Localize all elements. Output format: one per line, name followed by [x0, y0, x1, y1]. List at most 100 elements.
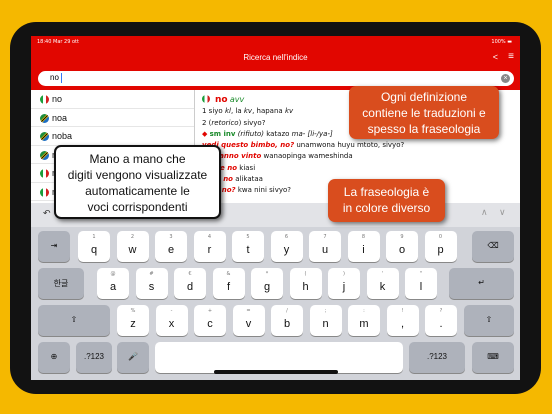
key-alt-label: 4 — [207, 234, 212, 240]
key-a[interactable]: @ a — [97, 268, 129, 299]
key-alt-label: 8 — [361, 234, 366, 240]
key-y[interactable]: 6y — [270, 231, 303, 262]
key-label: ⇥ — [50, 241, 58, 250]
key-alt-label: / — [286, 308, 288, 314]
chevron-up-icon[interactable]: ∧ — [481, 207, 488, 218]
key-i[interactable]: 8i — [347, 231, 380, 262]
tab-key[interactable]: ⇥ — [38, 231, 70, 262]
key-label: r — [207, 244, 212, 256]
key-alt-label: ( — [304, 271, 307, 277]
chevron-down-icon[interactable]: ∨ — [499, 207, 506, 218]
key-z[interactable]: % z — [117, 305, 149, 336]
key-label: a — [109, 281, 117, 293]
list-item[interactable]: noa — [31, 109, 194, 127]
key-t[interactable]: 5t — [232, 231, 264, 262]
search-input[interactable]: no × — [38, 71, 514, 86]
key-label: v — [245, 318, 252, 330]
key-period[interactable]: ?. — [425, 305, 457, 336]
key-r[interactable]: 4r — [193, 231, 226, 262]
share-icon[interactable]: < — [493, 52, 498, 62]
callout-phraseology: La fraseologia è in colore diverso — [328, 179, 445, 222]
key-label: s — [148, 281, 155, 293]
shift-key-left[interactable]: ⇧ — [38, 305, 110, 336]
key-alt-label: 5 — [246, 234, 250, 240]
home-indicator — [214, 370, 338, 374]
list-item[interactable]: noba — [31, 127, 194, 146]
italian-flag-icon — [40, 169, 49, 178]
key-alt-label: % — [130, 308, 136, 314]
phrase: vedi questo bimbo, no? unamwona huyu mto… — [202, 141, 405, 150]
space-bar[interactable] — [155, 342, 403, 373]
key-e[interactable]: 3e — [155, 231, 187, 262]
key-alt-label: 3 — [169, 234, 173, 240]
key-q[interactable]: 1q — [78, 231, 110, 262]
list-item-label: noa — [52, 112, 68, 123]
key-j[interactable]: ) j — [328, 268, 360, 299]
text-cursor — [61, 73, 62, 83]
key-x[interactable]: -x — [155, 305, 188, 336]
key-label: p — [437, 244, 444, 256]
callout-line: digiti vengono visualizzate — [67, 168, 208, 182]
key-f[interactable]: & f — [212, 268, 245, 299]
key-s[interactable]: # s — [135, 268, 168, 299]
key-m[interactable]: :m — [348, 305, 380, 336]
key-alt-label: 6 — [284, 234, 289, 240]
callout-line: Ogni definizione — [380, 90, 468, 104]
key-p[interactable]: 0p — [424, 231, 457, 262]
backspace-key[interactable]: ⌫ — [472, 231, 514, 262]
callout-definitions: Ogni definizione contiene le traduzioni … — [349, 86, 499, 139]
dictation-key[interactable]: 🎤 — [117, 342, 149, 373]
status-bar: 18:40 Mar 29 ott 100% ▬ — [31, 36, 520, 48]
menu-icon[interactable]: ≡ — [508, 51, 514, 62]
key-alt-label: 0 — [438, 234, 443, 240]
part-of-speech: avv — [229, 95, 245, 104]
key-label: 🎤 — [128, 352, 138, 361]
key-label: ⌨ — [487, 352, 499, 361]
key-w[interactable]: 2w — [116, 231, 149, 262]
key-n[interactable]: ; n — [309, 305, 342, 336]
tanzanian-flag-icon — [40, 113, 49, 123]
key-alt-label: ? — [439, 308, 443, 314]
return-key[interactable]: ↵ — [449, 268, 514, 299]
key-g[interactable]: * g — [251, 268, 283, 299]
search-query: no — [50, 73, 59, 82]
key-alt-label: € — [188, 271, 192, 277]
key-label: k — [379, 281, 386, 293]
list-item[interactable]: no — [31, 90, 194, 109]
key-c[interactable]: + c — [194, 305, 226, 336]
key-alt-label: ' — [381, 271, 384, 277]
key-v[interactable]: = v — [232, 305, 265, 336]
clear-icon[interactable]: × — [501, 74, 510, 83]
key-b[interactable]: / b — [271, 305, 303, 336]
key-u[interactable]: 7u — [309, 231, 341, 262]
phrase: zi che no kiasi — [202, 163, 256, 172]
key-label: f — [226, 281, 231, 293]
key-h[interactable]: (h — [289, 268, 322, 299]
key-label: m — [359, 318, 369, 330]
key-d[interactable]: € d — [174, 268, 206, 299]
keyboard-dismiss-key[interactable]: ⌨ — [472, 342, 514, 373]
numbers-key-right[interactable]: .?123 — [409, 342, 465, 373]
hangul-key[interactable]: 한글 — [38, 268, 84, 299]
key-alt-label: @ — [110, 271, 116, 277]
battery-indicator: 100% ▬ — [491, 39, 512, 45]
key-k[interactable]: ' k — [366, 268, 399, 299]
key-l[interactable]: " l — [405, 268, 437, 299]
key-alt-label: 2 — [130, 234, 135, 240]
key-o[interactable]: 9o — [386, 231, 418, 262]
tanzanian-flag-icon — [40, 132, 49, 141]
callout-line: in colore diverso — [342, 201, 431, 215]
key-alt-label: * — [265, 271, 269, 277]
numbers-key-left[interactable]: .?123 — [76, 342, 112, 373]
list-item-label: noba — [52, 131, 73, 141]
key-label: 한글 — [53, 279, 69, 288]
headword: no — [215, 95, 228, 105]
key-label: h — [302, 281, 309, 293]
key-label: .?123 — [426, 352, 448, 361]
key-label: b — [283, 318, 291, 330]
shift-key-right[interactable]: ⇧ — [464, 305, 514, 336]
callout-line: Mano a mano che — [89, 152, 186, 166]
globe-key[interactable]: ⊕ — [38, 342, 70, 373]
undo-icon[interactable]: ↶ — [43, 208, 51, 219]
key-comma[interactable]: !, — [386, 305, 419, 336]
